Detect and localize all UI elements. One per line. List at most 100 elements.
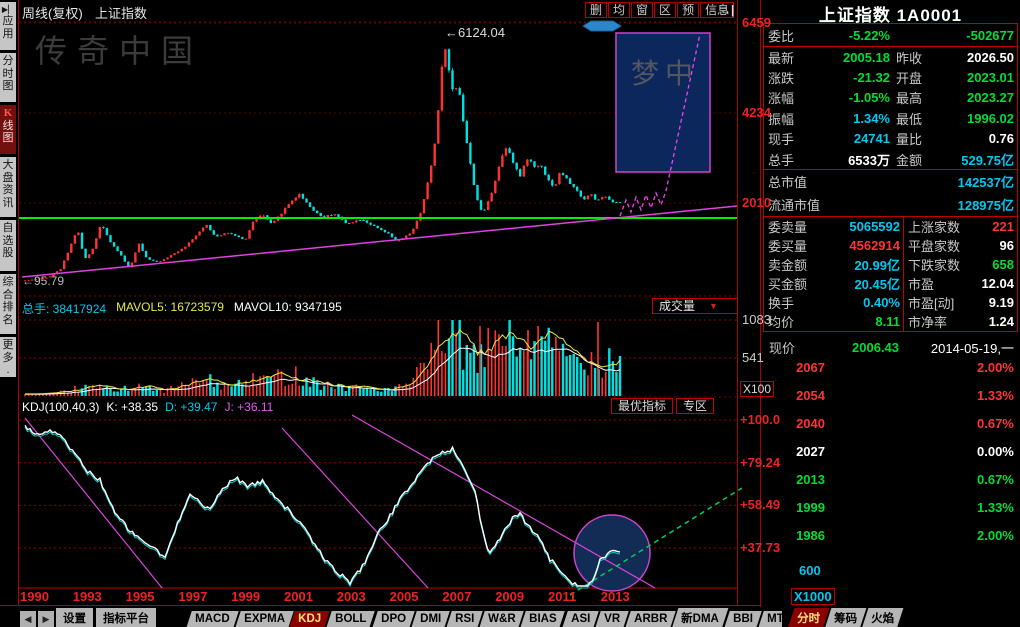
quote-value: 20.45亿 <box>824 274 900 293</box>
indicator-tab-BBI[interactable]: BBI <box>724 611 761 627</box>
quote-label: 均价 <box>764 312 824 331</box>
sidebar-item-4[interactable]: 大盘资讯 <box>0 157 16 217</box>
weibi-label: 委比 <box>764 26 818 45</box>
quote-label: 开盘 <box>890 68 958 87</box>
sidebar-item-2[interactable]: 分时图 <box>0 53 16 102</box>
kdj-axis-label: +100.0 <box>740 412 780 427</box>
sidebar-item-char: 分 <box>0 55 16 68</box>
sidebar-item-char: 时 <box>0 68 16 81</box>
indicator-tab-KDJ[interactable]: KDJ <box>290 611 331 627</box>
intraday-right-axis-label: 2.00% <box>977 360 1014 375</box>
intraday-right-axis-label: 0.67% <box>977 472 1014 487</box>
indicator-tab-W&R[interactable]: W&R <box>479 611 524 627</box>
sidebar-item-1[interactable]: ▶▏应用 <box>0 2 16 50</box>
quote-label: 最低 <box>890 109 958 128</box>
date-label: 2014-05-19,一 <box>899 338 1016 357</box>
collapse-arrow-icon[interactable]: →| <box>719 3 734 17</box>
main-quote-section: 最新2005.18昨收2026.50涨跌-21.32开盘2023.01涨幅-1.… <box>764 47 1017 170</box>
indicator-tab-ARBR[interactable]: ARBR <box>625 611 676 627</box>
quote-label: 委卖量 <box>764 217 824 236</box>
sidebar-item-7[interactable]: 更多. <box>0 337 16 377</box>
intraday-left-axis-label: 2013 <box>789 472 825 487</box>
volume-axis-label: 1083 <box>742 312 771 327</box>
view-tab-分时[interactable]: 分时 <box>788 608 830 627</box>
kdj-j-value: J: +36.11 <box>224 400 273 414</box>
dropdown-caret-icon: ▼ <box>709 299 718 313</box>
quote-label: 振幅 <box>764 109 818 128</box>
indicator-tab-MTM[interactable]: MTM <box>758 611 782 627</box>
current-price-value: 2006.43 <box>819 340 899 355</box>
volume-total-label: 总手: 38417924 <box>22 300 106 317</box>
indicator-tab-DPO[interactable]: DPO <box>372 611 414 627</box>
scroll-right-icon[interactable]: ▶ <box>38 611 54 627</box>
volume-pane-header: 总手: 38417924 MAVOL5: 16723579 MAVOL10: 9… <box>22 300 342 317</box>
indicator-tab-RSI[interactable]: RSI <box>446 611 483 627</box>
quote-label: 总市值 <box>764 172 858 191</box>
weibi-value: -5.22% <box>818 28 890 43</box>
kdj-title: KDJ(100,40,3) <box>22 400 99 414</box>
quote-label: 最高 <box>890 88 958 107</box>
sidebar-item-char: 合 <box>0 289 16 302</box>
quote-label: 最新 <box>764 48 818 67</box>
quote-value: 2023.01 <box>958 70 1017 85</box>
sidebar-item-char: 股 <box>0 247 16 260</box>
scroll-left-icon[interactable]: ◀ <box>20 611 36 627</box>
quote-label: 下跌家数 <box>900 255 974 274</box>
toolbar-tab-设置[interactable]: 设置 <box>56 608 93 627</box>
indicator-tab-DMI[interactable]: DMI <box>411 611 450 627</box>
indicator-tab-VR[interactable]: VR <box>595 611 629 627</box>
quote-label: 金额 <box>890 150 958 169</box>
sidebar-item-5[interactable]: 自选股 <box>0 220 16 271</box>
indicator-tab-EXPMA[interactable]: EXPMA <box>235 611 293 627</box>
indicator-tab-新DMA[interactable]: 新DMA <box>672 608 729 627</box>
view-tab-火焰[interactable]: 火焰 <box>862 608 904 627</box>
quote-label: 流通市值 <box>764 195 858 214</box>
year-label: 2001 <box>284 589 313 604</box>
quote-row: 总市值142537亿 <box>764 170 1017 193</box>
view-tab-筹码[interactable]: 筹码 <box>825 608 867 627</box>
quote-value: 12.04 <box>974 276 1017 291</box>
quote-value: 96 <box>974 238 1017 253</box>
price-axis-label: 2010 <box>742 195 771 210</box>
header-button-1[interactable]: 删 <box>585 2 607 18</box>
kdj-d-value: D: +39.47 <box>165 400 217 414</box>
indicator-tab-MACD[interactable]: MACD <box>186 611 238 627</box>
weibi-section: 委比-5.22%-502677 <box>764 24 1017 47</box>
year-label: 2009 <box>495 589 524 604</box>
kdj-button-2[interactable]: 专区 <box>676 398 714 414</box>
year-label: 2003 <box>337 589 366 604</box>
header-button-3[interactable]: 窗 <box>631 2 653 18</box>
quote-label: 涨幅 <box>764 88 818 107</box>
sidebar-item-char: 多 <box>0 352 16 365</box>
price-axis-label: 4234 <box>742 105 771 120</box>
toolbar-tab-指标平台[interactable]: 指标平台 <box>96 608 156 627</box>
intraday-right-axis-label: 2.00% <box>977 528 1014 543</box>
header-button-2[interactable]: 均 <box>608 2 630 18</box>
intraday-left-axis-label: 2040 <box>789 416 825 431</box>
sidebar-item-char: 讯 <box>0 197 16 210</box>
quote-value: 1996.02 <box>958 111 1017 126</box>
sidebar-item-3[interactable]: K线图 <box>0 105 16 154</box>
quote-value: 2026.50 <box>958 50 1017 65</box>
current-price-row: 现价 2006.43 2014-05-19,一 <box>765 337 1016 357</box>
quote-box: 委比-5.22%-502677最新2005.18昨收2026.50涨跌-21.3… <box>763 23 1018 332</box>
intraday-left-axis-label: 1986 <box>789 528 825 543</box>
indicator-tab-BIAS[interactable]: BIAS <box>521 611 566 627</box>
kdj-k-value: K: +38.35 <box>106 400 158 414</box>
intraday-left-axis-label: 1999 <box>789 500 825 515</box>
header-button-5[interactable]: 预 <box>677 2 699 18</box>
quote-value: 6533万 <box>818 150 890 169</box>
kdj-buttons: 最优指标专区 <box>608 398 714 414</box>
indicator-tab-BOLL[interactable]: BOLL <box>327 611 376 627</box>
quote-label: 市净率 <box>900 312 974 331</box>
indicator-tab-ASI[interactable]: ASI <box>562 611 599 627</box>
volume-type-dropdown[interactable]: 成交量 ▼ <box>652 298 738 314</box>
chart-symbol-label: 上证指数 <box>95 3 147 22</box>
kdj-button-1[interactable]: 最优指标 <box>611 398 673 414</box>
sidebar-item-char: 名 <box>0 314 16 327</box>
header-button-4[interactable]: 区 <box>654 2 676 18</box>
quote-label: 上涨家数 <box>900 217 974 236</box>
quote-value: 2005.18 <box>818 50 890 65</box>
quote-label: 换手 <box>764 293 824 312</box>
sidebar-item-6[interactable]: 综合排名 <box>0 274 16 334</box>
